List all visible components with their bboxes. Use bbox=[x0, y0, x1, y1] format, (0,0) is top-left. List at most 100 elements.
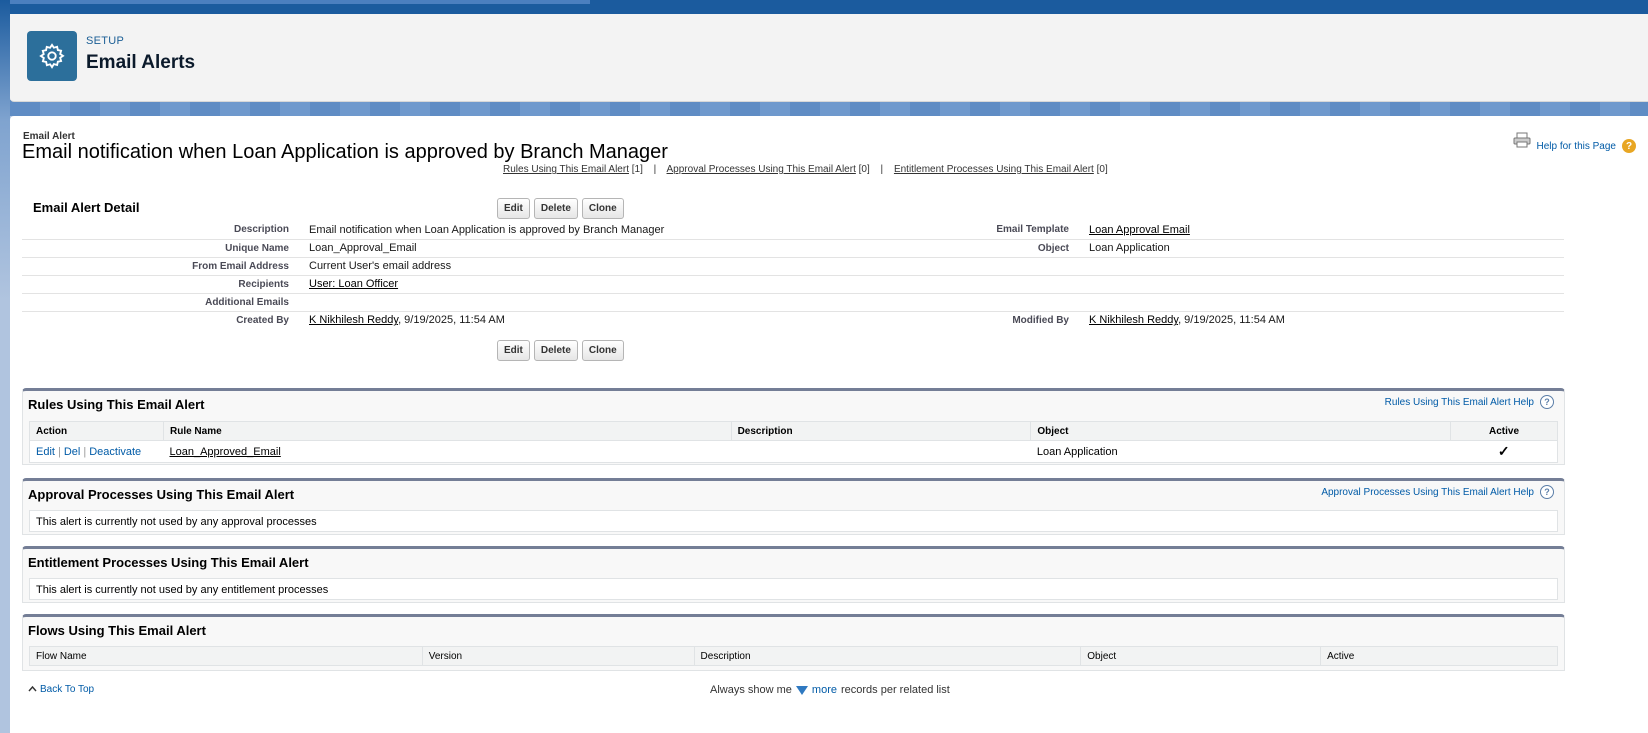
rules-list-help[interactable]: Rules Using This Email Alert Help ? bbox=[1385, 395, 1554, 409]
detail-row: Unique Name Loan_Approval_Email Object L… bbox=[22, 239, 1564, 258]
action-cell: Edit | Del | Deactivate bbox=[30, 441, 164, 463]
quicklink-approval-count: [0] bbox=[858, 164, 870, 175]
rules-list-title: Rules Using This Email Alert bbox=[28, 397, 205, 412]
edit-button[interactable]: Edit bbox=[497, 340, 530, 361]
approval-related-list: Approval Processes Using This Email Aler… bbox=[22, 478, 1565, 535]
help-icon[interactable]: ? bbox=[1540, 395, 1554, 409]
created-by-date: , 9/19/2025, 11:54 AM bbox=[398, 314, 505, 327]
quicklink-separator: | bbox=[880, 164, 884, 175]
always-show-label: Always show me bbox=[710, 684, 792, 696]
table-row: Edit | Del | Deactivate Loan_Approved_Email … bbox=[30, 441, 1558, 463]
more-records-link[interactable]: more bbox=[812, 684, 837, 696]
created-by-user-link[interactable]: K Nikhilesh Reddy bbox=[309, 314, 398, 326]
object-value: Loan Application bbox=[1089, 239, 1564, 258]
column-header-description[interactable]: Description bbox=[694, 646, 1082, 666]
column-header-version[interactable]: Version bbox=[422, 646, 695, 666]
detail-section-title: Email Alert Detail bbox=[33, 200, 140, 215]
column-header-flow-name[interactable]: Flow Name bbox=[29, 646, 423, 666]
back-to-top-link[interactable]: Back To Top bbox=[40, 684, 94, 695]
help-link[interactable]: Help for this Page bbox=[1537, 141, 1617, 152]
object-label: Object bbox=[979, 239, 1089, 258]
rule-object: Loan Application bbox=[1036, 445, 1118, 458]
main-panel: Email Alert Email notification when Loan… bbox=[10, 116, 1648, 733]
back-to-top[interactable]: Back To Top bbox=[28, 684, 94, 695]
page-title: Email notification when Loan Application… bbox=[22, 141, 668, 163]
clone-button[interactable]: Clone bbox=[581, 340, 624, 361]
detail-row: Created By K Nikhilesh Reddy, 9/19/2025,… bbox=[22, 311, 1564, 329]
quicklink-entitlement[interactable]: Entitlement Processes Using This Email A… bbox=[894, 164, 1094, 175]
unique-name-value: Loan_Approval_Email bbox=[309, 239, 979, 258]
triangle-down-icon[interactable] bbox=[795, 685, 808, 695]
delete-button[interactable]: Delete bbox=[533, 198, 578, 219]
detail-row: From Email Address Current User's email … bbox=[22, 257, 1564, 276]
quicklink-separator: | bbox=[653, 164, 657, 175]
delete-button[interactable]: Delete bbox=[533, 340, 578, 361]
email-template-link[interactable]: Loan Approval Email bbox=[1089, 224, 1190, 236]
created-by-label: Created By bbox=[236, 314, 289, 326]
entitlement-empty-message: This alert is currently not used by any … bbox=[29, 578, 1558, 600]
column-header-action[interactable]: Action bbox=[29, 421, 164, 441]
recipients-label: Recipients bbox=[22, 275, 309, 294]
rules-table: Action Rule Name Description Object Acti… bbox=[29, 421, 1558, 463]
delete-rule-link[interactable]: Del bbox=[64, 446, 81, 458]
column-header-active[interactable]: Active bbox=[1320, 646, 1558, 666]
quicklink-entitlement-count: [0] bbox=[1096, 164, 1108, 175]
column-header-description[interactable]: Description bbox=[731, 421, 1032, 441]
clone-button[interactable]: Clone bbox=[581, 198, 624, 219]
flows-related-list: Flows Using This Email Alert Flow Name V… bbox=[22, 614, 1565, 671]
detail-bottom-buttons: Edit Delete Clone bbox=[497, 340, 624, 361]
approval-empty-message: This alert is currently not used by any … bbox=[29, 510, 1558, 532]
modified-by-user-link[interactable]: K Nikhilesh Reddy bbox=[1089, 314, 1178, 326]
unique-name-label: Unique Name bbox=[22, 239, 309, 258]
help-for-page[interactable]: Help for this Page ? bbox=[1513, 129, 1636, 153]
flows-table: Flow Name Version Description Object Act… bbox=[29, 646, 1558, 666]
from-email-value: Current User's email address bbox=[309, 257, 979, 276]
background-strip bbox=[0, 0, 10, 733]
additional-emails-value bbox=[309, 293, 979, 312]
gear-icon bbox=[27, 31, 77, 81]
column-header-rule-name[interactable]: Rule Name bbox=[163, 421, 732, 441]
modified-by-date: , 9/19/2025, 11:54 AM bbox=[1178, 314, 1285, 327]
setup-title: Email Alerts bbox=[86, 52, 196, 73]
recipients-link[interactable]: User: Loan Officer bbox=[309, 278, 398, 290]
rule-description bbox=[731, 441, 1031, 463]
approval-help-link[interactable]: Approval Processes Using This Email Aler… bbox=[1321, 487, 1534, 498]
setup-header: SETUP Email Alerts bbox=[10, 14, 1648, 102]
entitlement-related-list: Entitlement Processes Using This Email A… bbox=[22, 546, 1565, 603]
top-bar-accent bbox=[10, 0, 590, 4]
detail-row: Description Email notification when Loan… bbox=[22, 221, 1564, 240]
edit-rule-link[interactable]: Edit bbox=[36, 446, 55, 458]
quicklink-approval[interactable]: Approval Processes Using This Email Aler… bbox=[667, 164, 856, 175]
records-per-list-label: records per related list bbox=[840, 684, 950, 696]
quicklinks: Rules Using This Email Alert [1] | Appro… bbox=[503, 164, 1108, 175]
printer-icon[interactable] bbox=[1513, 132, 1531, 151]
detail-row: Recipients User: Loan Officer bbox=[22, 275, 1564, 294]
from-email-label: From Email Address bbox=[22, 257, 309, 276]
active-checkmark-icon: ✓ bbox=[1497, 443, 1510, 459]
column-header-object[interactable]: Object bbox=[1080, 646, 1322, 666]
column-header-active[interactable]: Active bbox=[1450, 421, 1558, 441]
column-header-object[interactable]: Object bbox=[1030, 421, 1452, 441]
rules-related-list: Rules Using This Email Alert Rules Using… bbox=[22, 388, 1565, 465]
chevron-up-icon[interactable] bbox=[28, 684, 37, 695]
modified-by-label: Modified By bbox=[1012, 314, 1069, 326]
header-band bbox=[10, 100, 1648, 116]
approval-list-title: Approval Processes Using This Email Aler… bbox=[28, 487, 295, 502]
detail-top-buttons: Edit Delete Clone bbox=[497, 198, 624, 219]
quicklink-rules[interactable]: Rules Using This Email Alert bbox=[503, 164, 629, 175]
edit-button[interactable]: Edit bbox=[497, 198, 530, 219]
quicklink-rules-count: [1] bbox=[631, 164, 643, 175]
approval-list-help[interactable]: Approval Processes Using This Email Aler… bbox=[1321, 485, 1554, 499]
email-template-label: Email Template bbox=[979, 221, 1089, 240]
records-per-list: Always show me more records per related … bbox=[710, 684, 950, 696]
entitlement-list-title: Entitlement Processes Using This Email A… bbox=[28, 555, 309, 570]
flows-list-title: Flows Using This Email Alert bbox=[28, 623, 206, 638]
rule-name-link[interactable]: Loan_Approved_Email bbox=[169, 446, 280, 458]
deactivate-rule-link[interactable]: Deactivate bbox=[89, 446, 141, 458]
help-icon[interactable]: ? bbox=[1622, 139, 1636, 153]
action-separator: | bbox=[83, 445, 87, 458]
rules-help-link[interactable]: Rules Using This Email Alert Help bbox=[1385, 397, 1534, 408]
description-label: Description bbox=[22, 221, 309, 240]
help-icon[interactable]: ? bbox=[1540, 485, 1554, 499]
description-value: Email notification when Loan Application… bbox=[309, 221, 979, 240]
